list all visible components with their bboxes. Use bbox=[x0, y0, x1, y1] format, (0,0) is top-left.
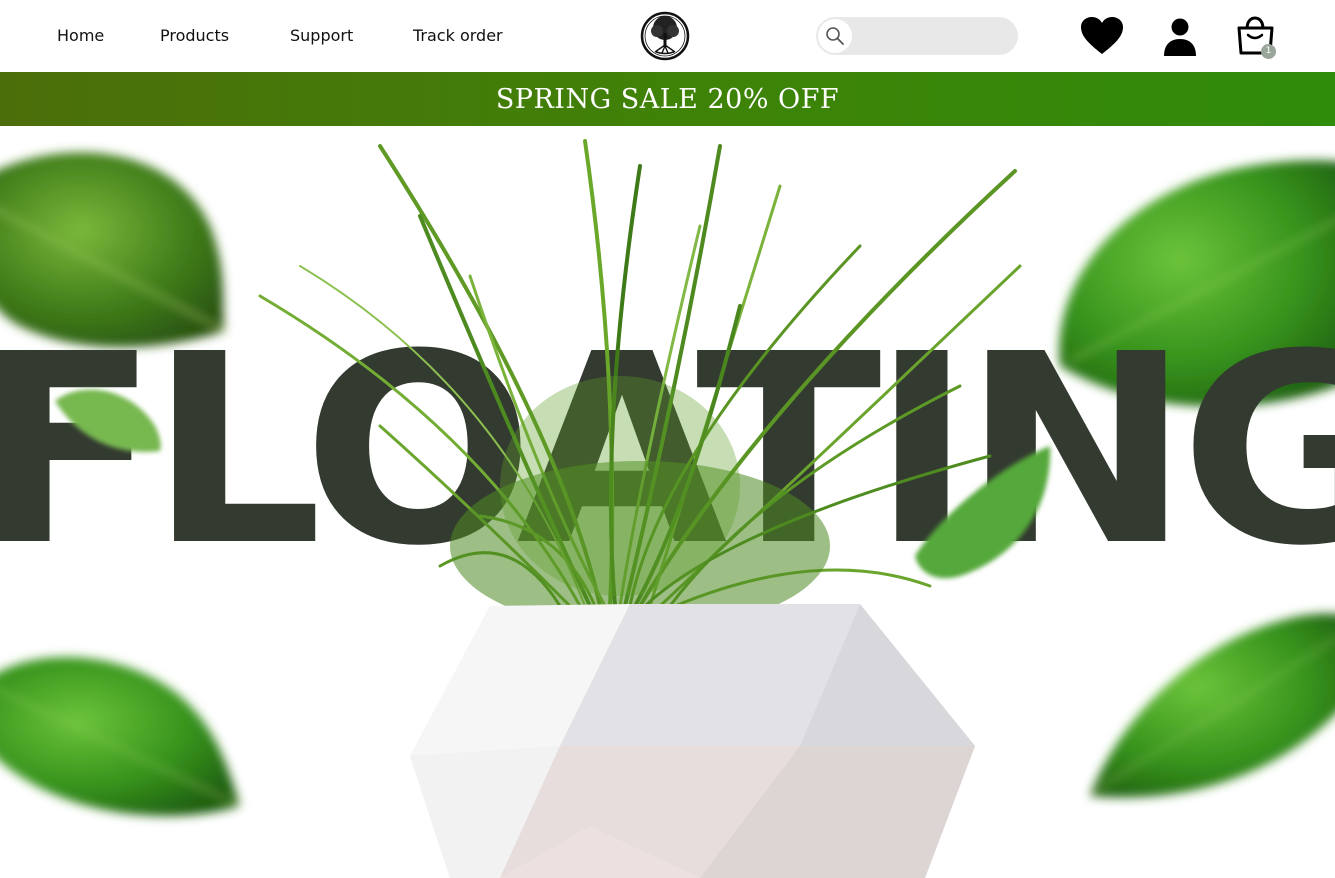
nav-home[interactable]: Home bbox=[57, 26, 104, 45]
nav-products[interactable]: Products bbox=[160, 26, 229, 45]
site-header: Home Products Support Track order 1 bbox=[0, 0, 1335, 72]
leaf-bottom-left bbox=[0, 657, 241, 816]
leaf-center-right bbox=[915, 446, 1051, 579]
geometric-white-pot bbox=[410, 604, 975, 878]
nav-track-order[interactable]: Track order bbox=[413, 26, 503, 45]
sale-banner[interactable]: SPRING SALE 20% OFF bbox=[0, 72, 1335, 126]
heart-icon[interactable] bbox=[1080, 16, 1124, 60]
sale-banner-text: SPRING SALE 20% OFF bbox=[495, 83, 840, 115]
cart-count-badge: 1 bbox=[1261, 44, 1276, 59]
grass-tuft bbox=[450, 376, 830, 631]
user-icon[interactable] bbox=[1162, 17, 1198, 61]
search-bar[interactable] bbox=[816, 17, 1018, 55]
plant-illustration bbox=[0, 139, 1335, 878]
hero-section: FLOATING bbox=[0, 126, 1335, 878]
leaf-bottom-right bbox=[1090, 613, 1335, 798]
tree-logo-icon[interactable] bbox=[640, 11, 690, 61]
search-input[interactable] bbox=[856, 21, 1010, 53]
search-icon[interactable] bbox=[818, 19, 852, 53]
leaf-small-left bbox=[55, 389, 161, 452]
nav-support[interactable]: Support bbox=[290, 26, 353, 45]
